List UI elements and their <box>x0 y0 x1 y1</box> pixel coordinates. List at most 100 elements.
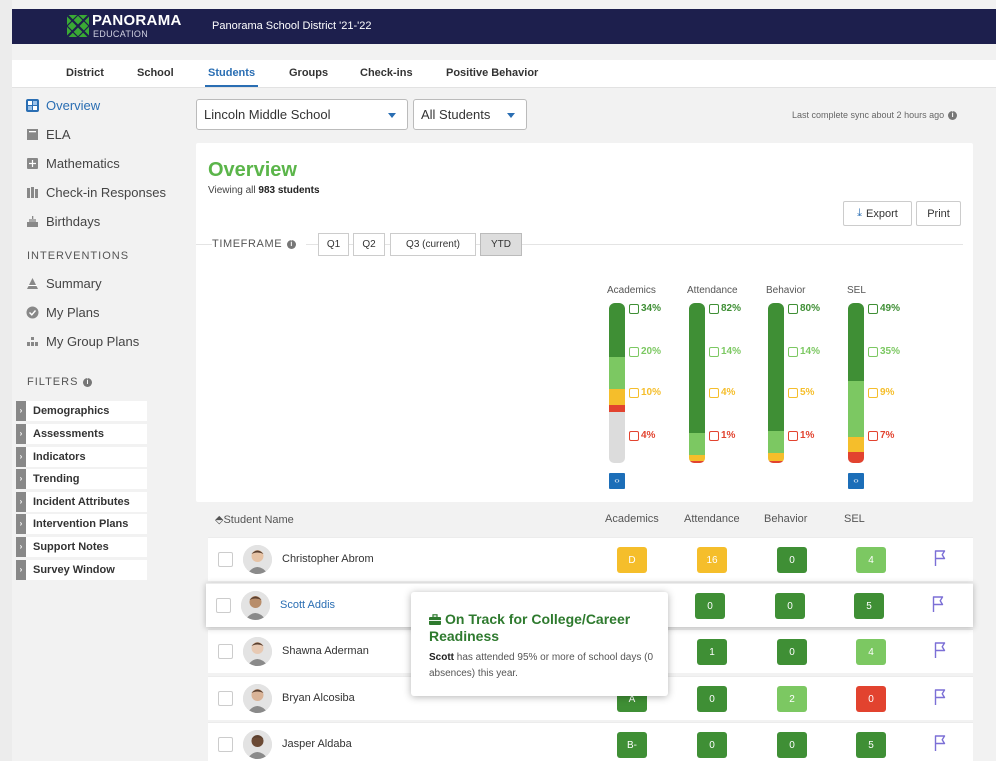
checkbox-icon[interactable] <box>868 430 878 441</box>
checkbox-icon[interactable] <box>709 303 719 314</box>
column-header-name[interactable]: ⬘Student Name <box>215 513 294 526</box>
checkbox-icon[interactable] <box>788 303 798 314</box>
attendance-chip[interactable]: 1 <box>697 639 727 665</box>
distribution-bar-sel[interactable] <box>848 303 864 463</box>
filter-intervention-plans[interactable]: › Intervention Plans <box>16 514 147 534</box>
filter-assessments[interactable]: › Assessments <box>16 424 147 444</box>
timeframe-tab-q1[interactable]: Q1 <box>318 233 349 256</box>
bar-segment[interactable] <box>768 453 784 462</box>
panorama-logo-icon[interactable] <box>67 15 89 37</box>
sel-chip[interactable]: 4 <box>856 547 886 573</box>
table-row[interactable]: Jasper Aldaba B- 0 0 5 <box>208 722 973 761</box>
bar-segment[interactable] <box>848 437 864 452</box>
checkbox-icon[interactable] <box>788 346 798 357</box>
bar-segment[interactable] <box>848 451 864 463</box>
row-checkbox[interactable] <box>218 737 233 752</box>
checkbox-icon[interactable] <box>788 387 798 398</box>
sidebar-item-my-group-plans[interactable]: My Group Plans <box>26 333 139 349</box>
tab-district[interactable]: District <box>66 67 104 79</box>
tab-students[interactable]: Students <box>204 67 259 87</box>
distribution-bar-academics[interactable] <box>609 303 625 463</box>
filter-support-notes[interactable]: › Support Notes <box>16 537 147 557</box>
table-row[interactable]: Christopher Abrom D 16 0 4 <box>208 537 973 581</box>
bar-percent-label[interactable]: 5% <box>788 387 814 398</box>
expand-icon[interactable]: ‹› <box>609 473 625 489</box>
bar-percent-label[interactable]: 10% <box>629 387 661 398</box>
bar-percent-label[interactable]: 34% <box>629 303 661 314</box>
bar-percent-label[interactable]: 4% <box>629 430 655 441</box>
sel-chip[interactable]: 5 <box>854 593 884 619</box>
sidebar-item-check-in-responses[interactable]: Check-in Responses <box>26 184 166 200</box>
bar-percent-label[interactable]: 35% <box>868 346 900 357</box>
checkbox-icon[interactable] <box>629 387 639 398</box>
timeframe-tab-q3[interactable]: Q3 (current) <box>390 233 476 256</box>
checkbox-icon[interactable] <box>629 303 639 314</box>
flag-icon[interactable] <box>934 734 946 757</box>
column-header-attendance[interactable]: Attendance <box>684 513 740 525</box>
row-checkbox[interactable] <box>218 644 233 659</box>
sidebar-item-ela[interactable]: ELA <box>26 126 71 142</box>
bar-segment[interactable] <box>689 461 705 463</box>
sidebar-item-overview[interactable]: Overview <box>26 97 100 113</box>
bar-percent-label[interactable]: 20% <box>629 346 661 357</box>
student-name[interactable]: Scott Addis <box>280 599 335 611</box>
timeframe-tab-q2[interactable]: Q2 <box>353 233 385 256</box>
behavior-chip[interactable]: 2 <box>777 686 807 712</box>
flag-icon[interactable] <box>934 688 946 711</box>
bar-segment[interactable] <box>689 432 705 456</box>
checkbox-icon[interactable] <box>868 303 878 314</box>
filter-indicators[interactable]: › Indicators <box>16 447 147 467</box>
info-icon[interactable]: i <box>287 239 297 249</box>
bar-segment[interactable] <box>609 389 625 406</box>
bar-percent-label[interactable]: 7% <box>868 430 894 441</box>
filter-trending[interactable]: › Trending <box>16 469 147 489</box>
student-name[interactable]: Shawna Aderman <box>282 645 369 657</box>
academics-chip[interactable]: B- <box>617 732 647 758</box>
bar-percent-label[interactable]: 80% <box>788 303 820 314</box>
info-icon[interactable]: i <box>948 110 958 120</box>
bar-percent-label[interactable]: 14% <box>709 346 741 357</box>
distribution-bar-attendance[interactable] <box>689 303 705 463</box>
checkbox-icon[interactable] <box>629 346 639 357</box>
checkbox-icon[interactable] <box>788 430 798 441</box>
distribution-bar-behavior[interactable] <box>768 303 784 463</box>
checkbox-icon[interactable] <box>868 346 878 357</box>
bar-percent-label[interactable]: 49% <box>868 303 900 314</box>
filter-demographics[interactable]: › Demographics <box>16 401 147 421</box>
student-name[interactable]: Jasper Aldaba <box>282 738 352 750</box>
behavior-chip[interactable]: 0 <box>777 639 807 665</box>
bar-percent-label[interactable]: 4% <box>709 387 735 398</box>
info-icon[interactable]: i <box>83 377 93 387</box>
sel-chip[interactable]: 0 <box>856 686 886 712</box>
students-select[interactable]: All Students <box>413 99 527 130</box>
filter-incident-attributes[interactable]: › Incident Attributes <box>16 492 147 512</box>
bar-segment[interactable] <box>609 405 625 412</box>
checkbox-icon[interactable] <box>709 430 719 441</box>
student-name[interactable]: Bryan Alcosiba <box>282 692 355 704</box>
attendance-chip[interactable]: 0 <box>695 593 725 619</box>
sidebar-item-my-plans[interactable]: My Plans <box>26 304 99 320</box>
bar-segment[interactable] <box>768 461 784 463</box>
bar-percent-label[interactable]: 1% <box>788 430 814 441</box>
row-checkbox[interactable] <box>218 691 233 706</box>
flag-icon[interactable] <box>934 641 946 664</box>
checkbox-icon[interactable] <box>709 387 719 398</box>
column-header-behavior[interactable]: Behavior <box>764 513 807 525</box>
flag-icon[interactable] <box>932 595 944 618</box>
attendance-chip[interactable]: 0 <box>697 732 727 758</box>
academics-chip[interactable]: D <box>617 547 647 573</box>
tab-check-ins[interactable]: Check-ins <box>360 67 413 79</box>
row-checkbox[interactable] <box>218 552 233 567</box>
behavior-chip[interactable]: 0 <box>775 593 805 619</box>
expand-icon[interactable]: ‹› <box>848 473 864 489</box>
flag-icon[interactable] <box>934 549 946 572</box>
bar-segment[interactable] <box>848 303 864 382</box>
bar-segment[interactable] <box>609 303 625 358</box>
behavior-chip[interactable]: 0 <box>777 547 807 573</box>
sidebar-item-summary[interactable]: Summary <box>26 275 102 291</box>
attendance-chip[interactable]: 16 <box>697 547 727 573</box>
sidebar-item-mathematics[interactable]: Mathematics <box>26 155 120 171</box>
bar-percent-label[interactable]: 14% <box>788 346 820 357</box>
tab-school[interactable]: School <box>137 67 174 79</box>
tab-groups[interactable]: Groups <box>289 67 328 79</box>
